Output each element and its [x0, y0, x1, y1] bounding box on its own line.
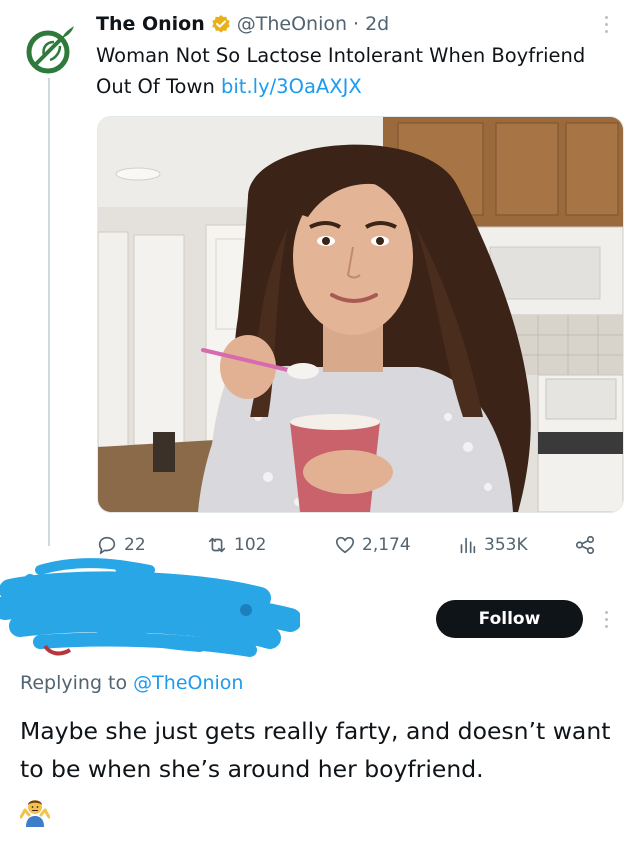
more-options-icon[interactable]: [596, 10, 616, 38]
heart-icon: [335, 536, 355, 554]
woman-eating-ice-cream-image: [98, 117, 623, 512]
share-icon: [575, 535, 595, 555]
tweet-link[interactable]: bit.ly/3OaAXJX: [221, 75, 362, 98]
thread-connector-line: [48, 78, 50, 546]
analytics-bars-icon: [460, 537, 476, 554]
reply-more-options-icon[interactable]: [596, 604, 616, 634]
replying-to-line: Replying to @TheOnion: [20, 672, 243, 694]
author-handle[interactable]: @TheOnion: [237, 13, 347, 35]
man-shrugging-emoji-icon: [19, 795, 51, 827]
share-action[interactable]: [574, 530, 596, 560]
replying-prefix: Replying to: [20, 672, 128, 694]
views-action[interactable]: 353K: [456, 530, 528, 560]
onion-logo-avatar[interactable]: [22, 22, 76, 76]
like-count: 2,174: [362, 535, 411, 555]
redaction-scribble: [0, 550, 302, 660]
tweet-age[interactable]: 2d: [365, 13, 389, 35]
like-action[interactable]: 2,174: [334, 530, 411, 560]
follow-button[interactable]: Follow: [436, 600, 583, 638]
author-name[interactable]: The Onion: [96, 13, 205, 35]
onion-logo-icon: [26, 26, 74, 74]
views-count: 353K: [484, 535, 528, 555]
tweet-header: The Onion @TheOnion · 2d: [96, 10, 389, 38]
replying-handle-link[interactable]: @TheOnion: [133, 672, 243, 694]
reply-text: Maybe she just gets really farty, and do…: [20, 717, 611, 783]
verified-badge-icon: [211, 14, 231, 34]
tweet-text: Woman Not So Lactose Intolerant When Boy…: [96, 40, 616, 102]
tweet-media-photo[interactable]: [97, 116, 624, 513]
separator-dot: ·: [353, 13, 360, 35]
